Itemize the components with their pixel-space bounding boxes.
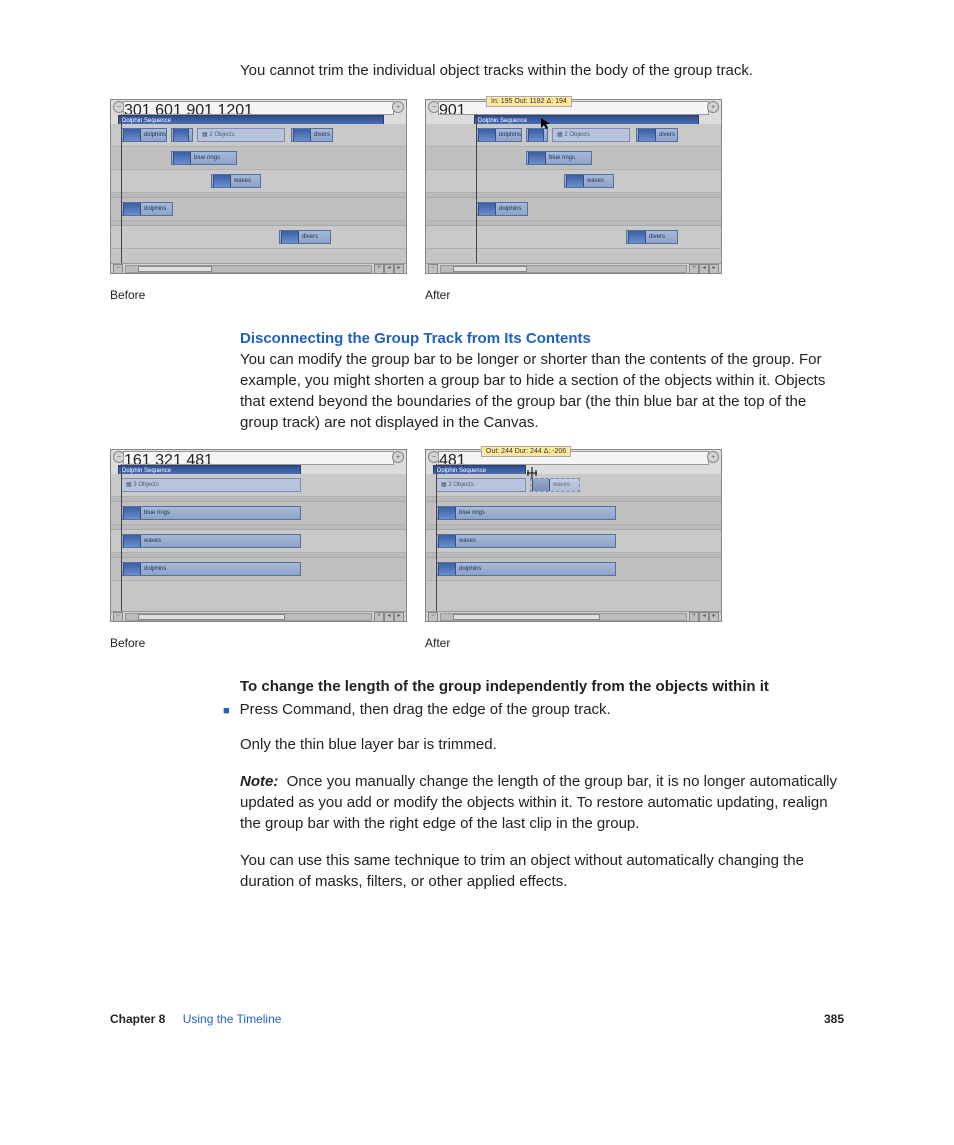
clip-divers-2[interactable]: divers — [279, 230, 331, 244]
zoom-out-icon[interactable]: − — [428, 264, 438, 274]
scroll-thumb[interactable] — [453, 266, 527, 272]
timeline-before-1: − 301 601 901 1201 + Dolphin Sequence — [110, 99, 407, 274]
page-footer: Chapter 8 Using the Timeline 385 — [110, 1012, 844, 1036]
clip-divers[interactable]: divers — [291, 128, 333, 142]
figure-1: − 301 601 901 1201 + Dolphin Sequence — [110, 99, 844, 322]
trim-cursor-icon — [527, 466, 537, 478]
scroll-left-icon[interactable]: ◂ — [699, 612, 709, 622]
figure-caption: Before — [110, 636, 405, 650]
scrollbar[interactable]: − + ◂ ▸ — [111, 263, 406, 273]
bullet-text: Press Command, then drag the edge of the… — [240, 699, 611, 720]
zoom-in-icon[interactable]: + — [374, 264, 384, 274]
scroll-right-icon[interactable]: ▸ — [394, 264, 404, 274]
clip-bluerings[interactable]: blue rings — [436, 506, 616, 520]
zoom-in-icon[interactable]: + — [374, 612, 384, 622]
timeline-after-2: − 481 + Out: 244 Dur: 244 Δ: -206 Dolphi… — [425, 449, 722, 622]
section-body: You can modify the group bar to be longe… — [240, 349, 844, 433]
summary-clip: ▦ 2 Objects — [552, 128, 630, 142]
playhead[interactable] — [121, 464, 122, 611]
zoom-in-icon[interactable]: + — [689, 264, 699, 274]
instruction-title: To change the length of the group indepe… — [240, 678, 844, 695]
scroll-left-icon[interactable]: ◂ — [384, 612, 394, 622]
page-number: 385 — [824, 1012, 844, 1026]
scroll-left-icon[interactable]: ◂ — [699, 264, 709, 274]
clip-waves[interactable]: waves — [121, 534, 301, 548]
clip-divers-2[interactable]: divers — [626, 230, 678, 244]
scroll-thumb[interactable] — [138, 614, 285, 620]
bullet-icon: ■ — [223, 704, 230, 720]
timeline-after-1: − 901 + In: 195 Out: 1182 Δ: 194 Dolphin… — [425, 99, 722, 274]
bullet-item: ■ Press Command, then drag the edge of t… — [223, 699, 844, 720]
summary-clip: ▦ 3 Objects — [121, 478, 301, 492]
clip-thumb[interactable] — [526, 128, 548, 142]
chapter-label: Chapter 8 — [110, 1012, 165, 1026]
clip-dolphins[interactable]: dolphins — [436, 562, 616, 576]
figure-caption: Before — [110, 288, 405, 302]
tooltip: In: 195 Out: 1182 Δ: 194 — [486, 96, 572, 107]
clip-thumb[interactable] — [171, 128, 193, 142]
clip-divers[interactable]: divers — [636, 128, 678, 142]
note-text: Note: Once you manually change the lengt… — [240, 771, 844, 834]
clip-waves[interactable]: waves — [211, 174, 261, 188]
note-body: Once you manually change the length of t… — [240, 773, 837, 832]
intro-text: You cannot trim the individual object tr… — [240, 60, 844, 81]
clip-waves[interactable]: waves — [436, 534, 616, 548]
summary-clip: ▦ 2 Objects — [197, 128, 285, 142]
scroll-thumb[interactable] — [453, 614, 600, 620]
zoom-out-icon[interactable]: − — [113, 612, 123, 622]
scrollbar[interactable]: − + ◂ ▸ — [111, 611, 406, 621]
clip-bluerings[interactable]: blue rings — [171, 151, 237, 165]
scroll-right-icon[interactable]: ▸ — [709, 264, 719, 274]
playhead[interactable] — [436, 464, 437, 611]
clip-dolphins[interactable]: dolphins — [476, 128, 522, 142]
zoom-in-icon[interactable]: + — [392, 101, 404, 113]
scrollbar[interactable]: − + ◂ ▸ — [426, 611, 721, 621]
clip-dolphins[interactable]: dolphins — [121, 562, 301, 576]
figure-caption: After — [425, 636, 720, 650]
chapter-title: Using the Timeline — [183, 1012, 282, 1026]
scroll-thumb[interactable] — [138, 266, 212, 272]
figure-caption: After — [425, 288, 720, 302]
zoom-in-icon[interactable]: + — [689, 612, 699, 622]
playhead[interactable] — [476, 114, 477, 263]
note-label: Note: — [240, 773, 278, 790]
scroll-right-icon[interactable]: ▸ — [394, 612, 404, 622]
clip-dolphins[interactable]: dolphins — [121, 128, 167, 142]
clip-waves[interactable]: waves — [564, 174, 614, 188]
scroll-left-icon[interactable]: ◂ — [384, 264, 394, 274]
zoom-out-icon[interactable]: − — [113, 264, 123, 274]
tooltip: Out: 244 Dur: 244 Δ: -206 — [481, 446, 571, 457]
zoom-in-icon[interactable]: + — [392, 451, 404, 463]
clip-ghost-waves[interactable]: waves — [530, 478, 580, 492]
clip-bluerings[interactable]: blue rings — [121, 506, 301, 520]
figure-2: − 161 321 481 + Dolphin Sequence — [110, 449, 844, 670]
playhead[interactable] — [121, 114, 122, 263]
scrollbar[interactable]: − + ◂ ▸ — [426, 263, 721, 273]
closing-text: You can use this same technique to trim … — [240, 850, 844, 892]
section-heading: Disconnecting the Group Track from Its C… — [240, 330, 844, 347]
cursor-arrow-icon — [541, 117, 551, 129]
timeline-before-2: − 161 321 481 + Dolphin Sequence — [110, 449, 407, 622]
clip-bluerings[interactable]: blue rings — [526, 151, 592, 165]
body-text: Only the thin blue layer bar is trimmed. — [240, 734, 844, 755]
scroll-right-icon[interactable]: ▸ — [709, 612, 719, 622]
summary-clip: ▦ 3 Objects — [436, 478, 526, 492]
clip-dolphins-2[interactable]: dolphins — [121, 202, 173, 216]
zoom-in-icon[interactable]: + — [707, 101, 719, 113]
zoom-in-icon[interactable]: + — [707, 451, 719, 463]
clip-dolphins-2[interactable]: dolphins — [476, 202, 528, 216]
zoom-out-icon[interactable]: − — [428, 612, 438, 622]
